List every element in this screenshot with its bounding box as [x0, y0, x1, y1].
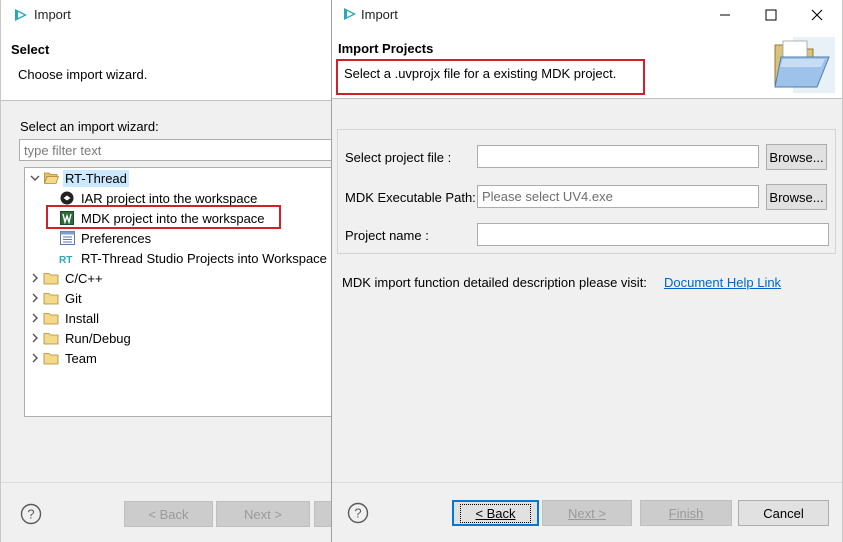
left-button-bar: ? < Back Next >	[1, 482, 332, 542]
help-icon[interactable]: ?	[20, 503, 42, 528]
next-button-label: Next >	[568, 505, 606, 521]
tree-item-install[interactable]: Install	[27, 308, 101, 328]
finish-button-label: Finish	[668, 505, 704, 521]
help-icon[interactable]: ?	[347, 502, 369, 527]
mdk-path-label: MDK Executable Path:	[345, 190, 476, 205]
mdk-highlight-box	[46, 205, 281, 229]
back-button[interactable]: < Back	[452, 500, 539, 526]
svg-text:?: ?	[354, 506, 361, 521]
tree-item-label: Install	[65, 310, 99, 326]
tree-item-preferences[interactable]: Preferences	[59, 228, 153, 248]
tree-item-label: C/C++	[65, 270, 103, 286]
folder-open-icon	[43, 170, 59, 186]
back-button-label: < Back	[460, 503, 531, 523]
tree-item-team[interactable]: Team	[27, 348, 99, 368]
left-next-button[interactable]: Next >	[216, 501, 310, 527]
right-wizard-header: Import Projects Select a .uvprojx file f…	[332, 30, 842, 99]
chevron-right-icon[interactable]	[27, 333, 43, 343]
right-wizard-body: Select project file : Browse... MDK Exec…	[332, 99, 842, 482]
right-button-bar: ? < Back Next > Finish Cancel	[332, 482, 842, 542]
rt-thread-icon: RT	[59, 250, 75, 266]
project-name-label: Project name :	[345, 228, 429, 243]
left-finish-button-partial[interactable]	[314, 501, 332, 527]
browse-project-file-button[interactable]: Browse...	[766, 144, 827, 170]
close-icon[interactable]	[794, 0, 840, 30]
tree-item-rt-thread-studio[interactable]: RT RT-Thread Studio Projects into Worksp…	[59, 248, 329, 268]
document-help-link[interactable]: Document Help Link	[664, 275, 781, 290]
tree-item-label: Git	[65, 290, 82, 306]
right-window-title: Import	[361, 7, 398, 22]
tree-item-git[interactable]: Git	[27, 288, 84, 308]
browse-mdk-path-button[interactable]: Browse...	[766, 184, 827, 210]
wizard-filter-input[interactable]	[19, 139, 332, 161]
app-icon	[342, 6, 358, 25]
svg-text:RT: RT	[59, 255, 72, 265]
project-form-group: Select project file : Browse... MDK Exec…	[337, 129, 836, 254]
finish-button[interactable]: Finish	[640, 500, 732, 526]
browse-button-label: Browse...	[769, 189, 824, 205]
browse-button-label: Browse...	[769, 149, 824, 165]
open-folder-icon	[773, 37, 835, 96]
left-header-description: Choose import wizard.	[18, 67, 148, 82]
folder-icon	[43, 330, 59, 346]
chevron-right-icon[interactable]	[27, 293, 43, 303]
description-highlight-box	[336, 59, 645, 95]
left-back-button[interactable]: < Back	[124, 501, 213, 527]
project-name-input[interactable]	[477, 223, 829, 246]
right-import-dialog: Import Import Projects Select a .uvprojx…	[331, 0, 843, 542]
tree-item-rt-thread[interactable]: RT-Thread	[27, 168, 129, 188]
folder-icon	[43, 350, 59, 366]
right-header-title: Import Projects	[338, 41, 434, 56]
cancel-button-label: Cancel	[763, 505, 804, 521]
tree-item-label: Run/Debug	[65, 330, 131, 346]
left-wizard-header: Select Choose import wizard.	[1, 31, 332, 101]
folder-icon	[43, 290, 59, 306]
mdk-path-input[interactable]	[477, 185, 759, 208]
tree-item-label: Team	[65, 350, 97, 366]
right-title-bar: Import	[332, 0, 842, 30]
chevron-down-icon[interactable]	[27, 173, 43, 183]
tree-item-label: RT-Thread	[63, 169, 129, 187]
chevron-right-icon[interactable]	[27, 313, 43, 323]
next-button[interactable]: Next >	[542, 500, 632, 526]
maximize-icon[interactable]	[748, 0, 794, 30]
cancel-button[interactable]: Cancel	[738, 500, 829, 526]
wizard-select-label: Select an import wizard:	[20, 119, 159, 134]
folder-icon	[43, 310, 59, 326]
left-wizard-body: Select an import wizard: RT-Thread IAR p…	[1, 101, 332, 482]
project-file-label: Select project file :	[345, 150, 452, 165]
wizard-tree[interactable]: RT-Thread IAR project into the workspace…	[24, 167, 332, 417]
preferences-icon	[59, 230, 75, 246]
folder-icon	[43, 270, 59, 286]
minimize-icon[interactable]	[702, 0, 748, 30]
tree-item-label: RT-Thread Studio Projects into Workspace	[81, 250, 327, 266]
tree-item-run-debug[interactable]: Run/Debug	[27, 328, 133, 348]
tree-item-cpp[interactable]: C/C++	[27, 268, 105, 288]
svg-text:?: ?	[27, 507, 34, 522]
chevron-right-icon[interactable]	[27, 353, 43, 363]
tree-item-label: Preferences	[81, 230, 152, 246]
left-window-title: Import	[34, 7, 71, 22]
left-import-dialog: Import Select Choose import wizard. Sele…	[0, 0, 332, 542]
left-header-title: Select	[11, 42, 50, 57]
tree-item-label: IAR project into the workspace	[81, 190, 258, 206]
iar-icon	[59, 190, 75, 206]
app-icon	[13, 7, 29, 26]
import-description-text: MDK import function detailed description…	[342, 275, 647, 290]
project-file-input[interactable]	[477, 145, 759, 168]
left-title-bar: Import	[1, 0, 332, 31]
chevron-right-icon[interactable]	[27, 273, 43, 283]
